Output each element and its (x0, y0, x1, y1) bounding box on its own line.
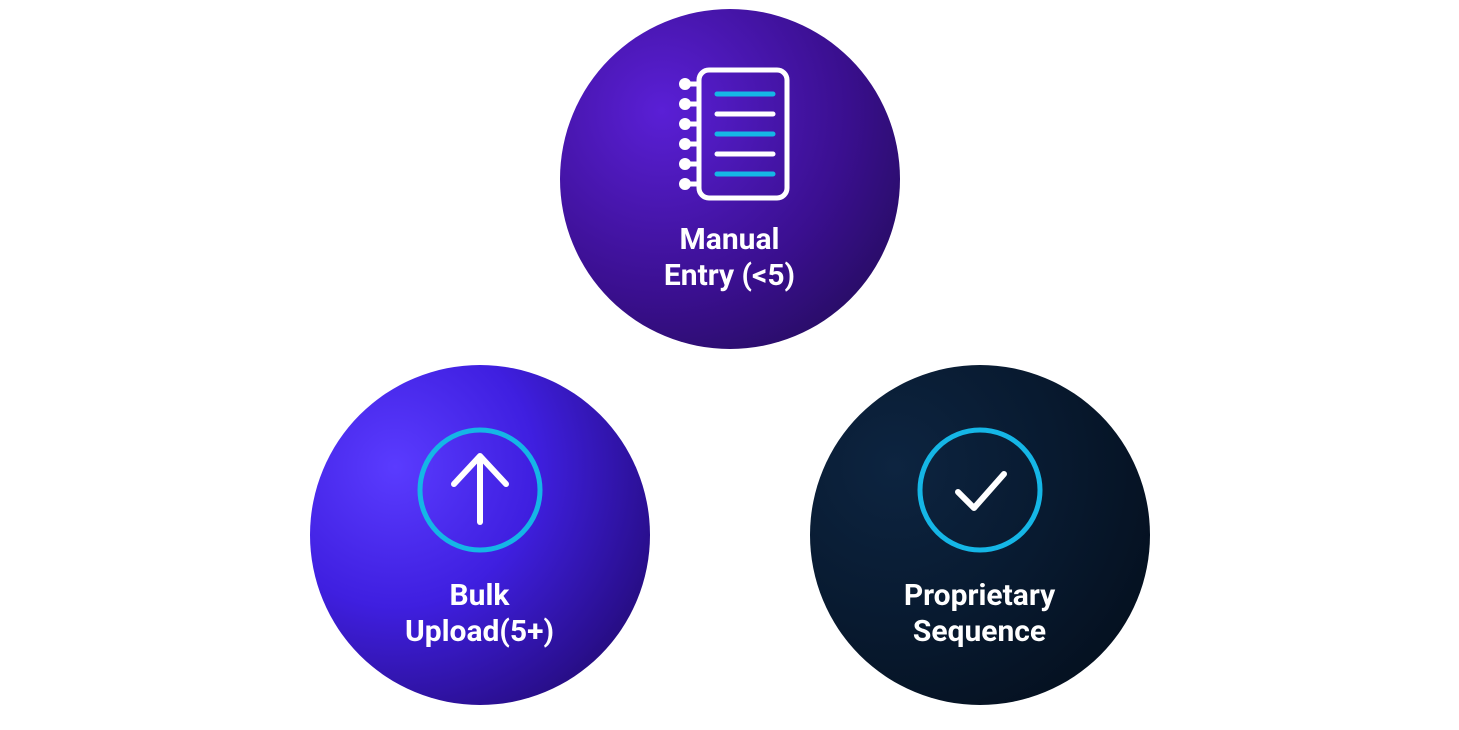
option-manual-entry-label: Manual Entry (<5) (664, 222, 795, 294)
notebook-icon (665, 64, 795, 204)
option-bulk-upload[interactable]: Bulk Upload(5+) (310, 365, 650, 705)
option-manual-entry[interactable]: Manual Entry (<5) (560, 9, 900, 349)
upload-circle-icon (410, 420, 550, 560)
options-diagram: Manual Entry (<5) Bulk Upload(5+) Propri… (280, 5, 1180, 725)
option-bulk-upload-label: Bulk Upload(5+) (405, 578, 554, 650)
option-proprietary-sequence-label: Proprietary Sequence (904, 578, 1055, 650)
checkmark-circle-icon (910, 420, 1050, 560)
option-proprietary-sequence[interactable]: Proprietary Sequence (810, 365, 1150, 705)
